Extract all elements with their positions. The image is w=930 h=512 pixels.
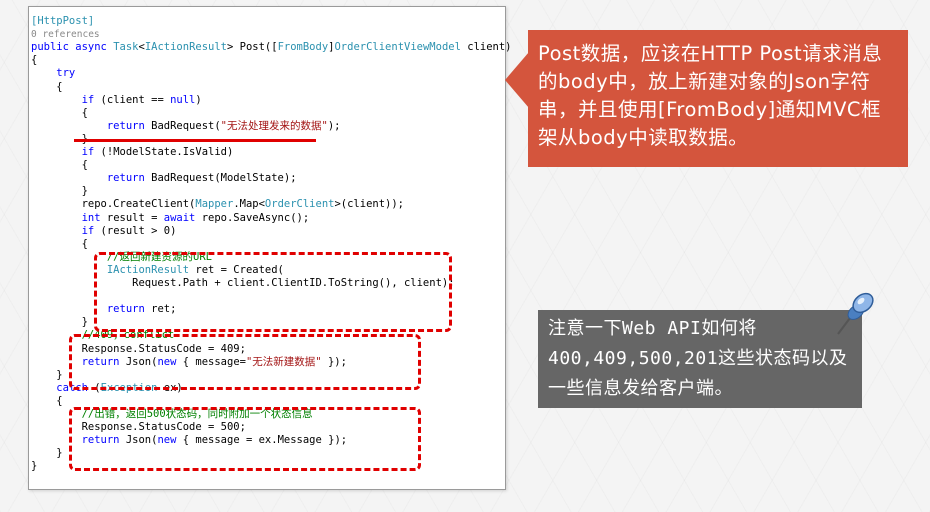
code-line: } <box>31 460 37 473</box>
callout-status-code-text: 注意一下Web API如何将400,409,500,201这些状态码以及一些信息… <box>548 318 848 399</box>
code-token: "无法处理发来的数据" <box>220 119 328 132</box>
code-line: return BadRequest("无法处理发来的数据"); <box>31 119 341 133</box>
code-token: try <box>31 67 76 80</box>
code-line: } <box>31 185 88 198</box>
callout-frombody-text: Post数据，应该在HTTP Post请求消息的body中，放上新建对象的Jso… <box>538 42 883 149</box>
code-token: (!ModelState.IsValid) <box>94 146 234 158</box>
code-line: int result = await repo.SaveAsync(); <box>31 211 310 225</box>
code-token: >(client)); <box>334 198 405 211</box>
code-token: if <box>81 224 95 237</box>
code-token: } <box>31 447 63 460</box>
code-line: if (client == null) <box>31 94 202 107</box>
code-line: public async Task<IActionResult> Post([F… <box>31 41 512 54</box>
code-token: await <box>163 211 196 224</box>
highlight-underline <box>74 139 316 142</box>
code-line: try <box>31 67 75 80</box>
code-line: if (result > 0) <box>31 224 177 238</box>
code-token: result = <box>100 211 164 224</box>
callout-frombody-note: Post数据，应该在HTTP Post请求消息的body中，放上新建对象的Jso… <box>528 30 908 167</box>
code-token: (result > 0) <box>94 224 177 237</box>
code-line: } <box>31 447 63 460</box>
code-token: client) <box>460 41 512 54</box>
code-token: if <box>81 146 95 158</box>
code-token: Mapper <box>195 198 234 211</box>
code-line: { <box>31 159 88 172</box>
code-token: .Map< <box>233 198 265 211</box>
code-token: { <box>31 106 88 119</box>
code-token: { <box>31 394 63 407</box>
code-line: { <box>31 80 63 94</box>
code-token: repo.SaveAsync(); <box>195 211 310 224</box>
code-line: } <box>31 316 88 329</box>
code-token: [HttpPost] <box>31 15 95 27</box>
code-line: { <box>31 107 88 120</box>
code-token: (client == <box>94 93 171 106</box>
code-token: OrderClientViewModel <box>334 41 461 54</box>
code-token: } <box>31 185 88 198</box>
code-token: } <box>31 460 38 473</box>
code-line: if (!ModelState.IsValid) <box>31 146 234 159</box>
code-token: if <box>81 93 95 106</box>
code-line: } <box>31 368 63 382</box>
code-line: 0 references <box>31 28 100 41</box>
code-line: { <box>31 238 88 251</box>
highlight-box-created <box>94 252 452 332</box>
code-token: 0 references <box>31 29 100 41</box>
code-line: { <box>31 394 63 408</box>
highlight-box-409 <box>69 334 421 390</box>
code-token: OrderClient <box>264 198 335 211</box>
code-token: Task <box>113 41 139 54</box>
code-token: > Post([ <box>227 41 278 54</box>
code-token: int <box>81 211 101 224</box>
code-token: public async <box>31 41 114 54</box>
code-token: } <box>31 316 88 329</box>
code-line: repo.CreateClient(Mapper.Map<OrderClient… <box>31 198 404 211</box>
code-token: return <box>106 119 145 132</box>
code-token: { <box>31 237 88 250</box>
code-token: FromBody <box>277 41 329 54</box>
code-token: IActionResult <box>144 41 227 54</box>
highlight-box-500 <box>69 407 421 471</box>
code-token: return <box>106 172 145 185</box>
code-line: [HttpPost] <box>31 15 94 28</box>
code-token: BadRequest( <box>144 119 221 132</box>
callout-pointer <box>505 52 529 108</box>
code-token: null <box>170 93 196 106</box>
code-token: } <box>31 368 63 381</box>
code-token: { <box>31 80 63 93</box>
code-line: { <box>31 54 37 67</box>
code-line: return BadRequest(ModelState); <box>31 172 297 185</box>
code-token: { <box>31 159 88 172</box>
code-token: BadRequest(ModelState); <box>144 172 297 185</box>
code-token: { <box>31 54 38 67</box>
code-token: ); <box>327 119 341 132</box>
pushpin-icon <box>837 292 874 335</box>
code-token: repo.CreateClient( <box>31 198 196 211</box>
callout-status-code-note: 注意一下Web API如何将400,409,500,201这些状态码以及一些信息… <box>538 310 862 408</box>
code-token: ) <box>195 93 202 106</box>
